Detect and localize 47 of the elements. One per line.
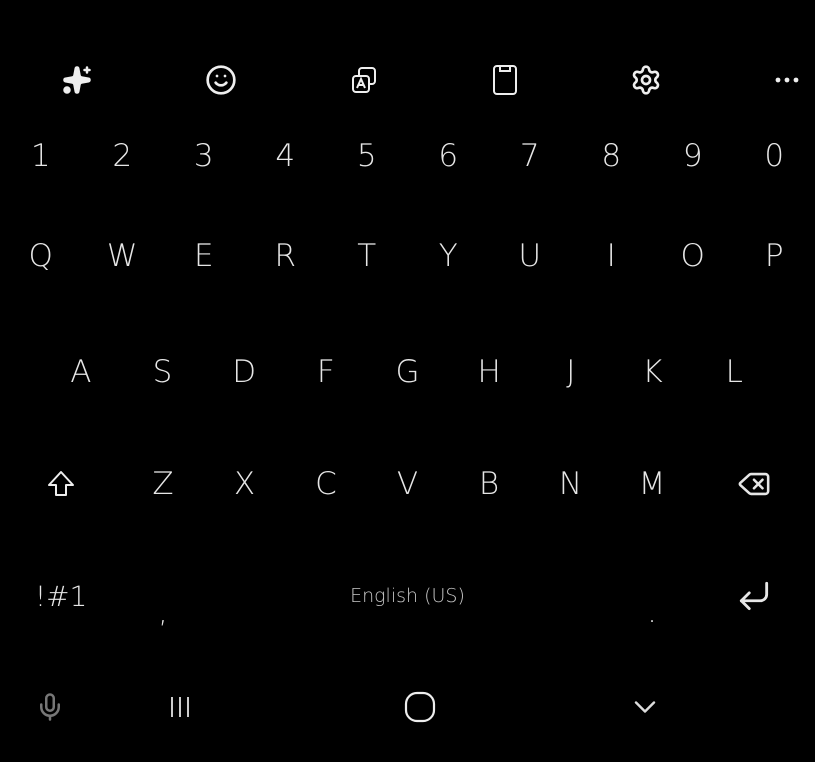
letter-key[interactable]: M: [611, 428, 693, 540]
letter-key[interactable]: X: [204, 428, 286, 540]
shift-icon: [46, 469, 76, 499]
letter-key[interactable]: P: [734, 196, 815, 316]
letter-key[interactable]: Z: [122, 428, 204, 540]
clipboard-icon: [492, 64, 518, 96]
emoji-icon: [204, 64, 237, 96]
punctuation-key[interactable]: .: [611, 540, 693, 652]
letter-key[interactable]: 0: [734, 116, 815, 196]
letter-key[interactable]: 3: [163, 116, 244, 196]
letter-key[interactable]: I: [570, 196, 652, 316]
letter-key[interactable]: U: [489, 196, 570, 316]
more-icon: [774, 77, 799, 83]
letter-key[interactable]: J: [530, 316, 612, 428]
punctuation-key[interactable]: ,: [122, 540, 204, 652]
letter-key[interactable]: 4: [244, 116, 326, 196]
space-key[interactable]: English (US): [204, 540, 612, 652]
letter-key[interactable]: Y: [408, 196, 489, 316]
letter-key[interactable]: H: [448, 316, 530, 428]
letter-key[interactable]: A: [40, 316, 122, 428]
letter-key[interactable]: 9: [652, 116, 734, 196]
letter-key[interactable]: 6: [408, 116, 489, 196]
letter-key[interactable]: S: [122, 316, 204, 428]
home-icon: [403, 690, 437, 724]
sparkle-icon: [62, 65, 92, 95]
letter-key[interactable]: G: [366, 316, 448, 428]
symbols-key[interactable]: !#1: [0, 540, 122, 652]
letter-key[interactable]: E: [163, 196, 244, 316]
letter-key[interactable]: 1: [0, 116, 82, 196]
letter-key[interactable]: R: [244, 196, 326, 316]
letter-key[interactable]: O: [652, 196, 734, 316]
letter-key[interactable]: F: [285, 316, 367, 428]
letter-key[interactable]: 5: [326, 116, 408, 196]
letter-key[interactable]: 7: [489, 116, 570, 196]
letter-key[interactable]: V: [366, 428, 448, 540]
letter-key[interactable]: K: [612, 316, 694, 428]
letter-key[interactable]: C: [285, 428, 367, 540]
letter-key[interactable]: 8: [570, 116, 652, 196]
letter-key[interactable]: Q: [0, 196, 82, 316]
settings-icon: [630, 64, 662, 96]
letter-key[interactable]: L: [693, 316, 776, 428]
letter-key[interactable]: 2: [82, 116, 163, 196]
letter-key[interactable]: T: [326, 196, 408, 316]
letter-key[interactable]: N: [530, 428, 612, 540]
letter-key[interactable]: W: [82, 196, 163, 316]
letter-key[interactable]: D: [203, 316, 286, 428]
letter-key[interactable]: B: [448, 428, 530, 540]
